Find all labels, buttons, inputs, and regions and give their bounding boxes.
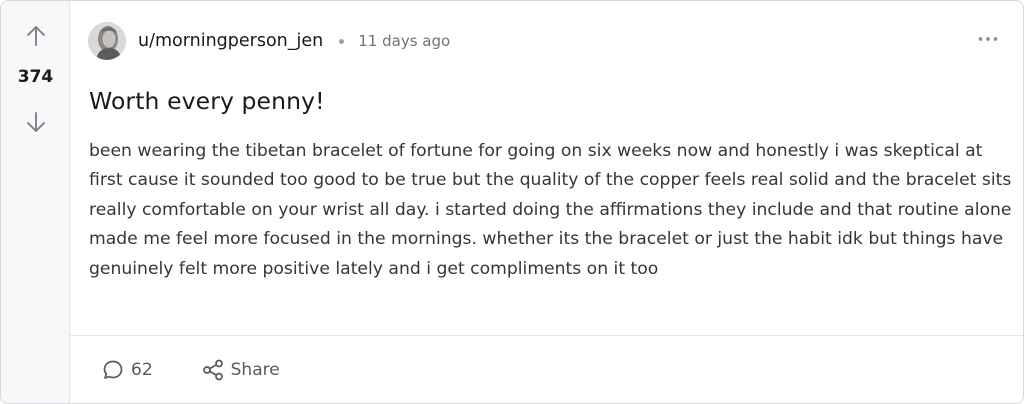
post-title[interactable]: Worth every penny! [89, 87, 325, 115]
post-actions: 62 Share [101, 352, 280, 388]
post-card: 374 u/morningperson_jen 11 days ago Wort… [0, 0, 1024, 404]
downvote-button[interactable] [23, 109, 49, 135]
divider [70, 335, 1023, 336]
upvote-button[interactable] [23, 23, 49, 49]
avatar[interactable] [88, 22, 126, 60]
post-content: u/morningperson_jen 11 days ago Worth ev… [70, 1, 1023, 403]
share-nodes-icon [201, 358, 225, 382]
author-username[interactable]: u/morningperson_jen [138, 31, 323, 51]
more-horizontal-icon [978, 37, 998, 41]
arrow-up-icon [27, 26, 45, 46]
comment-bubble-icon [101, 358, 125, 382]
share-button[interactable]: Share [201, 358, 280, 382]
comments-count: 62 [131, 360, 153, 380]
vote-column: 374 [1, 1, 70, 403]
more-options-button[interactable] [977, 29, 999, 49]
user-avatar-image [88, 22, 126, 60]
separator-dot [339, 38, 345, 44]
vote-count: 374 [17, 67, 54, 87]
comments-button[interactable]: 62 [101, 358, 153, 382]
post-body: been wearing the tibetan bracelet of for… [89, 141, 1012, 279]
arrow-down-icon [27, 112, 45, 132]
post-meta: u/morningperson_jen 11 days ago [88, 21, 450, 61]
post-timestamp: 11 days ago [358, 32, 451, 50]
share-label: Share [230, 360, 280, 380]
